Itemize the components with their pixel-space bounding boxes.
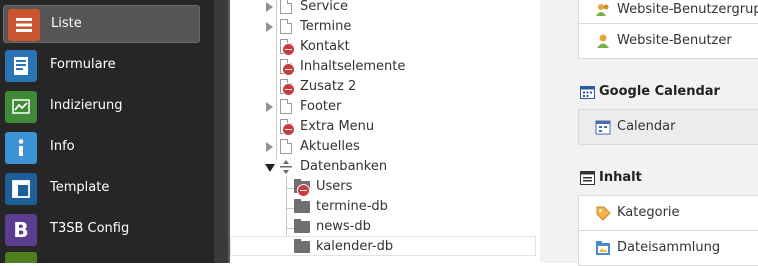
tree-node-label: Kontakt xyxy=(300,39,350,54)
page-icon xyxy=(280,19,292,34)
tree-node-aktuelles[interactable]: Aktuelles xyxy=(230,138,530,158)
module-formulare[interactable]: Formulare xyxy=(0,45,214,85)
svg-text:B: B xyxy=(13,219,28,241)
calendar-icon xyxy=(580,85,595,99)
chart-icon xyxy=(5,91,37,123)
tree-node-label: termine-db xyxy=(316,199,388,214)
record-type-kategorie[interactable]: Kategorie xyxy=(578,195,758,231)
tag-icon xyxy=(595,205,611,221)
page-icon xyxy=(280,139,292,154)
collapse-icon[interactable] xyxy=(265,164,275,172)
tree-node-label: Extra Menu xyxy=(300,119,375,134)
record-type-calendar[interactable]: Calendar xyxy=(578,109,758,145)
tree-node-inhaltselemente[interactable]: Inhaltselemente xyxy=(230,58,530,78)
user-icon xyxy=(595,33,611,49)
page-hidden-icon xyxy=(280,119,295,136)
record-type-label: Calendar xyxy=(617,119,676,134)
module-label: T3SB Config xyxy=(50,221,130,236)
expand-icon[interactable] xyxy=(266,142,273,152)
record-type-usergroup[interactable]: Website-Benutzergrupp xyxy=(578,0,758,24)
bootstrap-icon: B xyxy=(5,214,37,246)
tree-node-service[interactable]: Service xyxy=(230,0,530,18)
tree-node-news-db[interactable]: news-db xyxy=(230,218,530,238)
tree-node-footer[interactable]: Footer xyxy=(230,98,530,118)
expand-icon[interactable] xyxy=(266,22,273,32)
folder-icon xyxy=(294,239,310,253)
tree-node-label: Zusatz 2 xyxy=(300,79,357,94)
file-collection-icon xyxy=(595,240,611,256)
module-label: Indizierung xyxy=(50,98,123,113)
expand-icon[interactable] xyxy=(266,2,273,12)
record-type-user[interactable]: Website-Benutzer xyxy=(578,23,758,59)
record-type-label: Kategorie xyxy=(617,205,680,220)
calendar-item-icon xyxy=(595,119,611,135)
tree-node-label: Service xyxy=(300,0,349,14)
tree-node-zusatz-2[interactable]: Zusatz 2 xyxy=(230,78,530,98)
tree-node-label: Datenbanken xyxy=(300,159,388,174)
page-hidden-icon xyxy=(280,79,295,96)
tree-node-label: news-db xyxy=(316,219,371,234)
record-type-dateisammlung[interactable]: Dateisammlung xyxy=(578,230,758,266)
module-liste[interactable]: Liste xyxy=(3,5,200,43)
tree-node-termine-db[interactable]: termine-db xyxy=(230,198,530,218)
page-icon xyxy=(280,99,292,114)
page-hidden-icon xyxy=(280,39,295,56)
template-icon xyxy=(5,173,37,205)
tree-node-termine[interactable]: Termine xyxy=(230,18,530,38)
record-type-label: Website-Benutzergrupp xyxy=(617,2,758,17)
folder-icon xyxy=(294,199,310,213)
form-icon xyxy=(5,50,37,82)
menu-scrollbar[interactable] xyxy=(214,0,228,263)
tree-node-label: Users xyxy=(316,179,353,194)
module-info[interactable]: Info xyxy=(0,127,214,167)
tree-node-label: Footer xyxy=(300,99,342,114)
section-title: Google Calendar xyxy=(599,84,720,99)
module-menu: Liste Formulare Indizierung Info Templat… xyxy=(0,0,214,263)
record-type-label: Dateisammlung xyxy=(617,240,721,255)
module-template[interactable]: Template xyxy=(0,168,214,208)
module-label: Template xyxy=(50,180,110,195)
page-icon xyxy=(280,0,292,14)
folder-icon xyxy=(294,219,310,233)
tree-node-datenbanken[interactable]: Datenbanken xyxy=(230,158,530,178)
module-label: Info xyxy=(50,139,75,154)
tree-node-label: Aktuelles xyxy=(300,139,360,154)
section-title: Inhalt xyxy=(599,170,642,185)
tree-node-users[interactable]: Users xyxy=(230,178,530,198)
info-icon xyxy=(5,132,37,164)
page-tree: Service Termine Kontakt Inhaltselemente … xyxy=(230,0,540,263)
list-icon xyxy=(8,9,40,41)
module-indizierung[interactable]: Indizierung xyxy=(0,86,214,126)
separator-icon xyxy=(280,160,292,174)
tree-node-label: Inhaltselemente xyxy=(300,59,406,74)
expand-icon[interactable] xyxy=(266,102,273,112)
tree-node-label: Termine xyxy=(300,19,352,34)
record-type-list: Website-Benutzergrupp Website-Benutzer G… xyxy=(560,0,758,266)
content-icon xyxy=(580,171,595,185)
tree-node-label: kalender-db xyxy=(316,239,394,254)
module-next-icon[interactable] xyxy=(5,252,37,263)
module-label: Formulare xyxy=(50,57,116,72)
tree-node-kontakt[interactable]: Kontakt xyxy=(230,38,530,58)
folder-hidden-icon xyxy=(294,179,310,197)
tree-node-extra-menu[interactable]: Extra Menu xyxy=(230,118,530,138)
usergroup-icon xyxy=(595,2,611,18)
module-label: Liste xyxy=(51,16,82,31)
record-type-label: Website-Benutzer xyxy=(617,33,732,48)
module-t3sb-config[interactable]: B T3SB Config xyxy=(0,209,214,249)
page-hidden-icon xyxy=(280,59,295,76)
tree-node-kalender-db[interactable]: kalender-db xyxy=(230,238,530,258)
